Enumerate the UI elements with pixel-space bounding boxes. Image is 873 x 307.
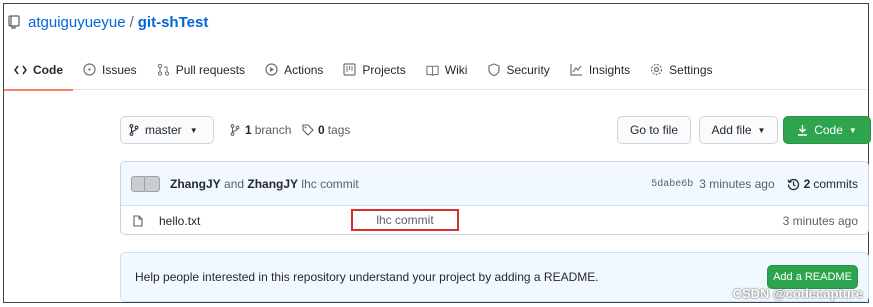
tab-code[interactable]: Code bbox=[4, 50, 73, 91]
tab-wiki[interactable]: Wiki bbox=[416, 50, 478, 90]
tab-projects[interactable]: Projects bbox=[333, 50, 415, 90]
tab-actions[interactable]: Actions bbox=[255, 50, 333, 90]
commit-and-text: and bbox=[224, 176, 245, 191]
add-file-label: Add file bbox=[711, 123, 752, 137]
file-navigation: master ▼ 1 branch 0 tags Go to file Add … bbox=[116, 116, 871, 146]
file-icon bbox=[133, 215, 143, 227]
caret-down-icon: ▼ bbox=[848, 125, 857, 135]
tab-label: Actions bbox=[284, 62, 324, 77]
tab-settings[interactable]: Settings bbox=[640, 50, 722, 90]
git-pull-request-icon bbox=[157, 63, 170, 76]
repo-page: atguiguyueyue / git-shTest Code Issues P… bbox=[3, 3, 871, 303]
tab-issues[interactable]: Issues bbox=[73, 50, 147, 90]
tab-label: Projects bbox=[362, 62, 406, 77]
caret-down-icon: ▼ bbox=[189, 125, 198, 135]
tags-link[interactable]: 0 tags bbox=[302, 116, 350, 144]
gear-icon bbox=[650, 63, 663, 76]
tab-label: Wiki bbox=[444, 62, 468, 77]
commit-age: 3 minutes ago bbox=[699, 177, 775, 191]
git-branch-icon bbox=[129, 124, 139, 136]
commit-summary: ZhangJY and ZhangJY lhc commit bbox=[170, 177, 359, 191]
avatar-group[interactable] bbox=[131, 175, 160, 192]
caret-down-icon: ▼ bbox=[757, 125, 766, 135]
git-branch-icon bbox=[230, 124, 240, 136]
book-icon bbox=[426, 63, 439, 76]
tab-label: Insights bbox=[588, 62, 631, 77]
watermark: CSDN @codecapture bbox=[732, 286, 863, 301]
tab-label: Settings bbox=[669, 62, 713, 77]
commit-author-link[interactable]: ZhangJY bbox=[247, 177, 298, 191]
graph-icon bbox=[570, 63, 583, 76]
code-download-button[interactable]: Code ▼ bbox=[783, 116, 871, 144]
repo-nav-tabs: Code Issues Pull requests Actions Projec… bbox=[4, 50, 868, 91]
commit-message-link[interactable]: lhc commit bbox=[301, 177, 358, 191]
tab-label: Pull requests bbox=[175, 62, 246, 77]
tag-label: tags bbox=[327, 123, 351, 137]
code-icon bbox=[14, 63, 27, 76]
repo-header: atguiguyueyue / git-shTest bbox=[8, 10, 208, 34]
commit-history-link[interactable]: 2 commits bbox=[787, 177, 858, 191]
history-icon bbox=[787, 178, 799, 190]
repo-icon bbox=[8, 15, 20, 29]
avatar[interactable] bbox=[144, 175, 160, 192]
file-row[interactable]: hello.txt lhc commit 3 minutes ago bbox=[121, 206, 868, 234]
project-icon bbox=[343, 63, 357, 76]
file-age: 3 minutes ago bbox=[782, 214, 858, 228]
repo-owner-link[interactable]: atguiguyueyue bbox=[28, 14, 126, 31]
commit-meta: 5dabe6b 3 minutes ago 2 commits bbox=[651, 162, 858, 206]
tag-count: 0 bbox=[318, 123, 325, 137]
latest-commit-row: ZhangJY and ZhangJY lhc commit 5dabe6b 3… bbox=[121, 162, 868, 206]
branch-count: 1 bbox=[245, 123, 252, 137]
branch-name: master bbox=[145, 123, 182, 137]
shield-icon bbox=[487, 63, 500, 76]
commit-count: 2 bbox=[803, 177, 811, 191]
tab-label: Code bbox=[33, 62, 63, 77]
tag-icon bbox=[302, 124, 314, 136]
add-file-button[interactable]: Add file ▼ bbox=[699, 116, 778, 144]
tab-label: Security bbox=[506, 62, 550, 77]
play-icon bbox=[265, 63, 278, 76]
go-to-file-button[interactable]: Go to file bbox=[617, 116, 691, 144]
repo-separator: / bbox=[129, 13, 134, 31]
readme-prompt-text: Help people interested in this repositor… bbox=[135, 270, 599, 284]
commit-sha-link[interactable]: 5dabe6b bbox=[651, 179, 693, 190]
file-commit-message-link[interactable]: lhc commit bbox=[351, 209, 459, 231]
branch-label: branch bbox=[254, 123, 292, 137]
code-button-label: Code bbox=[814, 123, 843, 137]
download-icon bbox=[798, 125, 808, 136]
file-list: ZhangJY and ZhangJY lhc commit 5dabe6b 3… bbox=[120, 161, 869, 235]
file-name-link[interactable]: hello.txt bbox=[159, 214, 200, 228]
tab-label: Issues bbox=[102, 62, 137, 77]
tab-pull-requests[interactable]: Pull requests bbox=[147, 50, 255, 90]
repo-name-link[interactable]: git-shTest bbox=[138, 14, 209, 31]
branches-link[interactable]: 1 branch bbox=[230, 116, 291, 144]
tab-insights[interactable]: Insights bbox=[560, 50, 640, 90]
commit-author-link[interactable]: ZhangJY bbox=[170, 177, 221, 191]
tab-security[interactable]: Security bbox=[477, 50, 559, 90]
branch-select-button[interactable]: master ▼ bbox=[120, 116, 214, 144]
commit-count-label: commits bbox=[813, 177, 858, 191]
issue-opened-icon bbox=[83, 63, 96, 76]
